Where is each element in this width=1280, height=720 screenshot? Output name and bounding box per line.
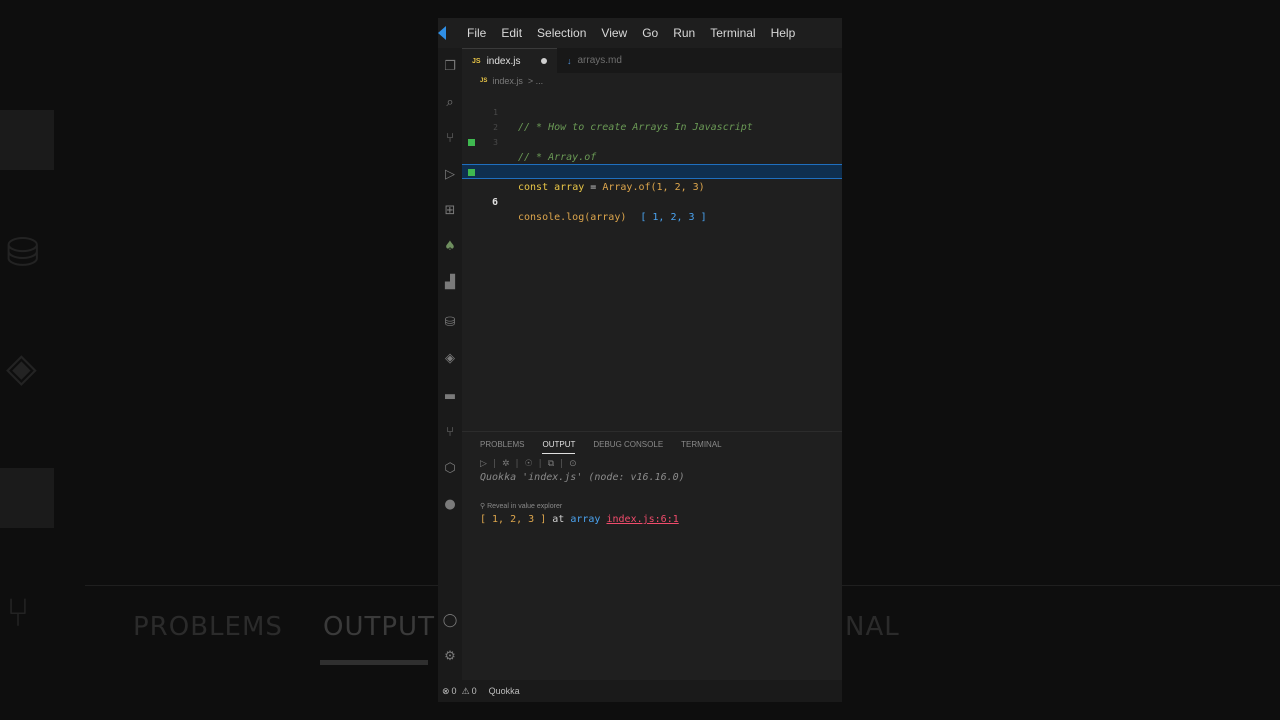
unsaved-dot-icon[interactable] xyxy=(541,58,547,64)
quokka-icon[interactable]: ● xyxy=(440,494,460,514)
result-at: at xyxy=(552,514,565,525)
function-args: (1, 2, 3) xyxy=(650,182,705,193)
git-graph-icon[interactable]: ⑂ xyxy=(440,422,460,442)
code-line[interactable]: 1 // * How to create Arrays In Javascrip… xyxy=(462,90,842,133)
bg-output-text: OUTPUT xyxy=(323,612,435,642)
bg-block xyxy=(0,110,54,170)
debug-icon[interactable]: ✲ xyxy=(502,459,510,469)
bg-terminal-text: NAL xyxy=(845,612,900,642)
tab-problems[interactable]: PROBLEMS xyxy=(480,440,524,454)
env-icon[interactable]: ▬ xyxy=(440,386,460,406)
menu-selection[interactable]: Selection xyxy=(537,26,586,40)
reveal-in-value-explorer[interactable]: ⚲ Reveal in value explorer xyxy=(480,502,562,510)
bg-env-block xyxy=(0,468,54,528)
editor-tabs: JS index.js ↓ arrays.md xyxy=(462,48,842,73)
vscode-window: File Edit Selection View Go Run Terminal… xyxy=(438,18,842,702)
quokka-status[interactable]: Quokka xyxy=(489,686,520,696)
tab-arrays-md[interactable]: ↓ arrays.md xyxy=(557,48,632,73)
menu-run[interactable]: Run xyxy=(673,26,695,40)
quokka-coverage-marker xyxy=(468,169,475,176)
warning-icon: ⚠ xyxy=(461,685,470,696)
variable-array: array xyxy=(554,182,585,193)
menu-view[interactable]: View xyxy=(601,26,627,40)
bg-database-icon: ⛁ xyxy=(6,230,40,276)
toolbar-separator: | xyxy=(538,459,542,469)
cube-icon[interactable]: ⬡ xyxy=(440,458,460,478)
tab-index-js[interactable]: JS index.js xyxy=(462,48,557,73)
tab-output[interactable]: OUTPUT xyxy=(542,440,576,454)
console-log-call: console.log(array) xyxy=(518,212,627,223)
toolbar-separator: | xyxy=(560,459,564,469)
output-result-line: [ 1, 2, 3 ] at array index.js:6:1 xyxy=(480,514,679,525)
bg-layers-icon: ◈ xyxy=(6,345,37,391)
code-line[interactable]: 2 xyxy=(462,105,842,132)
error-count: 0 xyxy=(451,686,457,696)
bg-git-icon: ⑂ xyxy=(6,590,30,636)
result-location-link[interactable]: index.js:6:1 xyxy=(606,514,678,525)
line-number: 6 xyxy=(491,197,498,208)
js-file-icon: JS xyxy=(472,57,481,65)
settings-gear-icon[interactable]: ⚙ xyxy=(440,646,460,666)
status-bar: ⊗ 0 ⚠ 0 Quokka xyxy=(438,680,842,702)
toolbar-separator: | xyxy=(492,459,496,469)
mongodb-icon[interactable]: ♠ xyxy=(440,236,460,256)
activity-bar: ❐ ⌕ ⑂ ▷ ⊞ ♠ ▟ ⛁ ◈ ▬ ⑂ ⬡ ● ◯ ⚙ xyxy=(438,48,462,702)
explorer-icon[interactable]: ❐ xyxy=(440,56,460,76)
tab-debug-console[interactable]: DEBUG CONSOLE xyxy=(593,440,663,454)
code-editor[interactable]: 1 // * How to create Arrays In Javascrip… xyxy=(462,88,842,428)
warning-count: 0 xyxy=(471,686,477,696)
problems-status[interactable]: ⊗ 0 ⚠ 0 xyxy=(442,686,477,697)
code-line[interactable]: 4 const array = Array.of(1, 2, 3) xyxy=(462,135,842,193)
error-icon: ⊗ xyxy=(442,685,450,696)
bg-output-underline xyxy=(320,660,428,665)
bg-problems-text: PROBLEMS xyxy=(133,612,283,642)
quokka-status-line: Quokka 'index.js' (node: v16.16.0) xyxy=(480,472,685,483)
menu-terminal[interactable]: Terminal xyxy=(710,26,755,40)
account-icon[interactable]: ◯ xyxy=(440,610,460,630)
menu-edit[interactable]: Edit xyxy=(501,26,522,40)
layers-icon[interactable]: ◈ xyxy=(440,348,460,368)
inline-value: [ 1, 2, 3 ] xyxy=(640,212,707,223)
panel-icon[interactable]: ▟ xyxy=(440,272,460,292)
copy-icon[interactable]: ⧉ xyxy=(548,459,554,469)
menu-help[interactable]: Help xyxy=(771,26,796,40)
run-icon[interactable]: ▷ xyxy=(480,459,487,469)
code-statement: const array = Array.of(1, 2, 3) xyxy=(518,180,705,195)
search-icon[interactable]: ⌕ xyxy=(440,92,460,112)
stop-icon[interactable]: ⊙ xyxy=(569,459,577,469)
operator-assign: = xyxy=(590,182,597,193)
code-line-current[interactable]: 6 console.log(array) [ 1, 2, 3 ] xyxy=(462,164,842,223)
js-file-icon: JS xyxy=(480,78,488,84)
markdown-file-icon: ↓ xyxy=(567,55,572,66)
bottom-panel: PROBLEMS OUTPUT DEBUG CONSOLE TERMINAL ▷… xyxy=(462,431,842,676)
coverage-icon[interactable]: ☉ xyxy=(525,459,533,469)
database-icon[interactable]: ⛁ xyxy=(440,312,460,332)
breadcrumb-rest[interactable]: > ... xyxy=(528,76,543,86)
code-line[interactable]: 3 // * Array.of xyxy=(462,120,842,163)
result-value: [ 1, 2, 3 ] xyxy=(480,514,547,525)
run-debug-icon[interactable]: ▷ xyxy=(440,164,460,184)
output-toolbar: ▷ | ✲ | ☉ | ⧉ | ⊙ xyxy=(480,459,577,469)
tab-label: arrays.md xyxy=(577,55,622,66)
function-array-of: Array.of xyxy=(602,182,651,193)
breadcrumb: JS index.js > ... xyxy=(480,76,543,86)
source-control-icon[interactable]: ⑂ xyxy=(440,128,460,148)
code-line[interactable]: 5 xyxy=(462,150,842,177)
extensions-icon[interactable]: ⊞ xyxy=(440,200,460,220)
vscode-logo-icon xyxy=(438,18,452,48)
menu-bar: File Edit Selection View Go Run Terminal… xyxy=(438,18,842,48)
menu-go[interactable]: Go xyxy=(642,26,658,40)
breadcrumb-file[interactable]: index.js xyxy=(492,76,523,86)
keyword-const: const xyxy=(518,182,549,193)
panel-tabs: PROBLEMS OUTPUT DEBUG CONSOLE TERMINAL xyxy=(480,440,722,454)
tab-label: index.js xyxy=(486,55,521,67)
tab-terminal[interactable]: TERMINAL xyxy=(681,440,721,454)
result-name: array xyxy=(570,514,601,525)
quokka-coverage-marker xyxy=(468,139,475,146)
reveal-label: Reveal in value explorer xyxy=(487,503,563,510)
toolbar-separator: | xyxy=(515,459,519,469)
code-statement: console.log(array) [ 1, 2, 3 ] xyxy=(518,210,707,225)
menu-file[interactable]: File xyxy=(467,26,486,40)
